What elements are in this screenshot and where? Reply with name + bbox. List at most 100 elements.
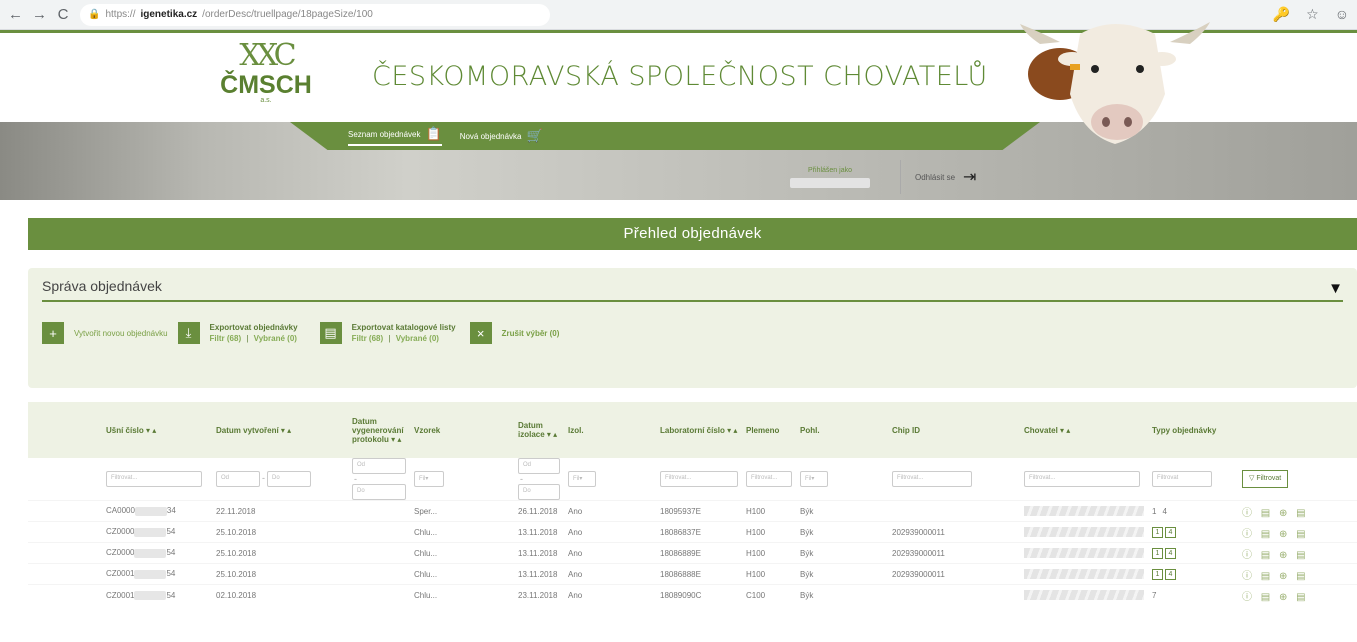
account-icon[interactable]: ☺ xyxy=(1335,6,1349,23)
range-dash: - xyxy=(354,474,357,484)
content-panel: Přehled objednávek Správa objednávek ▼ +… xyxy=(28,218,1357,642)
back-icon[interactable]: ← xyxy=(8,6,23,23)
filter-ear-input[interactable]: Filtrovat... xyxy=(106,471,202,487)
logged-as-label: Přihlášen jako xyxy=(808,166,852,174)
user-area: Přihlášen jako Odhlásit se ⇥ xyxy=(780,160,976,194)
col-breeder[interactable]: Chovatel ▾ ▴ xyxy=(1020,402,1148,458)
sex: Býk xyxy=(796,542,888,564)
table-row[interactable]: CA0000 34 22.11.2018 Sper... 26.11.2018 Ano 18… xyxy=(28,500,1357,522)
export-filter-link[interactable]: Filtr (68) xyxy=(210,334,242,343)
create-order-link[interactable]: Vytvořit novou objednávku xyxy=(74,328,168,339)
filter-isol-select[interactable]: Fil▾ xyxy=(568,471,596,487)
nav-new-order-label: Nová objednávka xyxy=(459,131,522,141)
breeder-blurred xyxy=(1024,527,1144,537)
isol: Ano xyxy=(564,584,656,606)
col-protocol-date[interactable]: Datum vygenerování protokolu ▾ ▴ xyxy=(348,402,410,458)
sex: Býk xyxy=(796,500,888,522)
lab-number: 18089090C xyxy=(656,584,742,606)
lab-number: 18086837E xyxy=(656,521,742,543)
ear-blurred xyxy=(134,590,167,600)
filter-isolation-from[interactable]: Od xyxy=(518,458,560,474)
nav-order-list[interactable]: Seznam objednávek 📋 xyxy=(348,126,442,146)
filter-button[interactable]: ▽ Filtrovat xyxy=(1242,470,1289,488)
row-action-icons[interactable]: ⓘ ▤ ⊕ ▤ xyxy=(1242,550,1309,561)
ear-blurred xyxy=(134,506,167,516)
ear-number: CZ0000 54 xyxy=(102,542,212,564)
col-lab-number[interactable]: Laboratorní číslo ▾ ▴ xyxy=(656,402,742,458)
sample: Chlu... xyxy=(410,563,514,585)
manage-title: Správa objednávek xyxy=(42,278,1343,302)
url-domain: igenetika.cz xyxy=(140,9,198,20)
forward-icon[interactable]: → xyxy=(32,6,47,23)
row-actions: ⓘ ▤ ⊕ ▤ xyxy=(1238,500,1357,522)
url-path: /orderDesc/truellpage/18pageSize/100 xyxy=(202,9,373,20)
filter-sample-select[interactable]: Fil▾ xyxy=(414,471,444,487)
collapse-toggle-icon[interactable]: ▼ xyxy=(1328,280,1343,297)
filter-breeder-input[interactable]: Filtrovat... xyxy=(1024,471,1140,487)
star-icon[interactable]: ☆ xyxy=(1306,6,1319,23)
protocol-date xyxy=(348,500,410,522)
filter-protocol-from[interactable]: Od xyxy=(352,458,406,474)
filter-isolation-to[interactable]: Do xyxy=(518,484,560,500)
cancel-selection-button[interactable]: × xyxy=(469,322,492,344)
col-created[interactable]: Datum vytvoření ▾ ▴ xyxy=(212,402,348,458)
filter-chip-input[interactable]: Filtrovat... xyxy=(892,471,972,487)
row-action-icons[interactable]: ⓘ ▤ ⊕ ▤ xyxy=(1242,508,1309,519)
export-catalog-button[interactable]: ▤ xyxy=(319,322,342,344)
ear-prefix: CZ0001 xyxy=(106,590,135,600)
filter-breed-input[interactable]: Filtrovat... xyxy=(746,471,792,487)
nav-order-list-label: Seznam objednávek xyxy=(348,129,421,139)
ear-prefix: CZ0000 xyxy=(106,527,135,537)
table-row[interactable]: CZ0001 54 02.10.2018 Chlu... 23.11.2018 Ano 18… xyxy=(28,584,1357,606)
sex: Býk xyxy=(796,563,888,585)
filter-types-select[interactable]: Filtrovat xyxy=(1152,471,1212,487)
logout-button[interactable]: Odhlásit se ⇥ xyxy=(900,160,976,194)
filter-icon: ▽ xyxy=(1249,475,1255,482)
cow-image xyxy=(1020,22,1210,144)
filter-protocol-to[interactable]: Do xyxy=(352,484,406,500)
cancel-selection-link[interactable]: Zrušit výběr (0) xyxy=(502,328,560,339)
chip-id xyxy=(888,584,1020,606)
nav-new-order[interactable]: Nová objednávka 🛒 xyxy=(460,128,543,144)
created-date: 25.10.2018 xyxy=(212,563,348,585)
chip-id xyxy=(888,500,1020,522)
table-header-row: Ušní číslo ▾ ▴ Datum vytvoření ▾ ▴ Datum… xyxy=(28,402,1357,458)
filter-spacer xyxy=(28,458,102,501)
table-row[interactable]: CZ0001 54 25.10.2018 Chlu... 13.11.2018 Ano 18… xyxy=(28,563,1357,585)
col-isolation-date[interactable]: Datum izolace ▾ ▴ xyxy=(514,402,564,458)
protocol-date xyxy=(348,563,410,585)
ear-number: CZ0001 54 xyxy=(102,563,212,585)
lock-icon: 🔒 xyxy=(88,9,101,20)
col-ear-number[interactable]: Ušní číslo ▾ ▴ xyxy=(102,402,212,458)
catalog-filter-link[interactable]: Filtr (68) xyxy=(352,334,384,343)
row-action-icons[interactable]: ⓘ ▤ ⊕ ▤ xyxy=(1242,592,1309,603)
cmsch-logo[interactable]: XXC ČMSCH a.s. xyxy=(216,39,316,105)
export-orders-button[interactable]: ⤓ xyxy=(177,322,200,344)
col-spacer xyxy=(28,402,102,458)
col-sample: Vzorek xyxy=(414,425,441,435)
table-row[interactable]: CZ0000 54 25.10.2018 Chlu... 13.11.2018 Ano 18… xyxy=(28,521,1357,543)
export-selected-link[interactable]: Vybrané (0) xyxy=(254,334,297,343)
key-icon[interactable]: 🔑 xyxy=(1273,6,1290,23)
ear-suffix: 34 xyxy=(166,506,176,516)
row-spacer xyxy=(28,563,102,585)
breeder-blurred xyxy=(1024,590,1144,601)
sample: Chlu... xyxy=(410,584,514,606)
row-action-icons[interactable]: ⓘ ▤ ⊕ ▤ xyxy=(1242,571,1309,582)
ear-prefix: CA0000 xyxy=(106,506,135,516)
reload-icon[interactable]: C xyxy=(56,6,70,23)
catalog-selected-link[interactable]: Vybrané (0) xyxy=(396,334,439,343)
filter-sex-select[interactable]: Fil▾ xyxy=(800,471,828,487)
ear-blurred xyxy=(134,569,167,579)
filter-button-label: Filtrovat xyxy=(1256,475,1282,482)
order-type-text: 7 xyxy=(1152,590,1157,600)
create-order-button[interactable]: + xyxy=(42,322,64,344)
ear-suffix: 54 xyxy=(166,569,176,579)
filter-lab-input[interactable]: Filtrovat... xyxy=(660,471,738,487)
filter-created-to[interactable]: Do xyxy=(267,471,311,487)
row-action-icons[interactable]: ⓘ ▤ ⊕ ▤ xyxy=(1242,529,1309,540)
filter-created-from[interactable]: Od xyxy=(216,471,260,487)
site-title: ČESKOMORAVSKÁ SPOLEČNOST CHOVATELŮ xyxy=(372,61,988,92)
table-row[interactable]: CZ0000 54 25.10.2018 Chlu... 13.11.2018 Ano 18… xyxy=(28,542,1357,564)
address-bar[interactable]: 🔒 https:// igenetika.cz/orderDesc/truellp… xyxy=(80,3,550,26)
